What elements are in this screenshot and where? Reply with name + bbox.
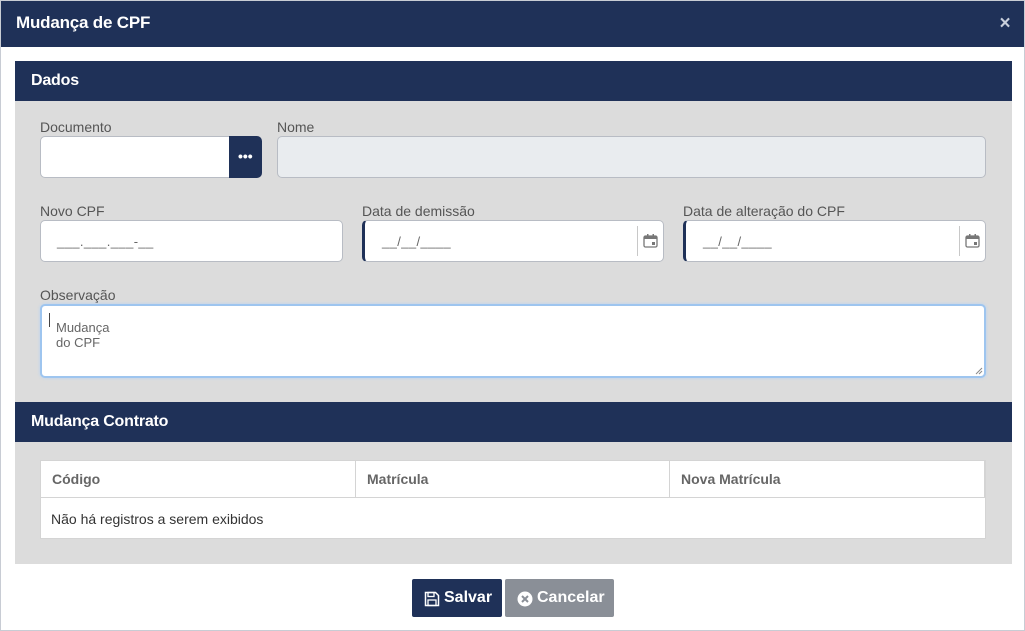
section-header-mudanca-contrato: Mudança Contrato xyxy=(15,402,1012,442)
save-icon xyxy=(424,591,440,607)
data-alteracao-label: Data de alteração do CPF xyxy=(683,203,845,219)
empty-table-message: Não há registros a serem exibidos xyxy=(51,511,264,527)
section-title: Mudança Contrato xyxy=(31,413,169,430)
calendar-icon[interactable] xyxy=(637,226,663,256)
contract-table: Código Matrícula Nova Matrícula Não há r… xyxy=(40,460,986,539)
resize-grip-icon[interactable] xyxy=(975,367,983,375)
observacao-label: Observação xyxy=(40,287,116,303)
column-header-nova-matricula[interactable]: Nova Matrícula xyxy=(670,461,985,498)
documento-search-button[interactable]: ••• xyxy=(229,136,262,178)
data-demissao-input[interactable]: __/__/____ xyxy=(362,220,664,262)
section-header-dados: Dados xyxy=(15,61,1012,101)
cancel-circle-icon xyxy=(517,591,533,607)
calendar-icon[interactable] xyxy=(959,226,985,256)
novo-cpf-input[interactable]: ___.___.___-__ xyxy=(40,220,343,262)
nome-input xyxy=(277,136,986,178)
nome-label: Nome xyxy=(277,119,315,135)
documento-label: Documento xyxy=(40,119,112,135)
observacao-textarea[interactable]: Mudança do CPF xyxy=(40,304,986,378)
modal-title: Mudança de CPF xyxy=(16,13,151,32)
novo-cpf-label: Novo CPF xyxy=(40,203,105,219)
observacao-value: Mudança do CPF xyxy=(49,313,109,350)
close-icon[interactable]: × xyxy=(996,14,1014,34)
column-header-codigo[interactable]: Código xyxy=(41,461,356,498)
novo-cpf-placeholder: ___.___.___-__ xyxy=(57,234,154,249)
cancel-button[interactable]: Cancelar xyxy=(505,579,614,617)
cpf-change-modal: Mudança de CPF × Dados Documento ••• Nom… xyxy=(0,0,1025,631)
data-alteracao-placeholder: __/__/____ xyxy=(703,234,773,249)
table-header: Código Matrícula Nova Matrícula xyxy=(41,461,985,498)
column-header-matricula[interactable]: Matrícula xyxy=(356,461,670,498)
section-title: Dados xyxy=(31,72,79,89)
save-button-label: Salvar xyxy=(444,589,493,606)
ellipsis-icon: ••• xyxy=(238,148,253,164)
modal-header: Mudança de CPF × xyxy=(1,1,1024,47)
save-button[interactable]: Salvar xyxy=(412,579,502,617)
documento-input[interactable] xyxy=(40,136,231,178)
data-demissao-label: Data de demissão xyxy=(362,203,475,219)
cancel-button-label: Cancelar xyxy=(537,589,605,606)
data-alteracao-input[interactable]: __/__/____ xyxy=(683,220,986,262)
data-demissao-placeholder: __/__/____ xyxy=(382,234,452,249)
